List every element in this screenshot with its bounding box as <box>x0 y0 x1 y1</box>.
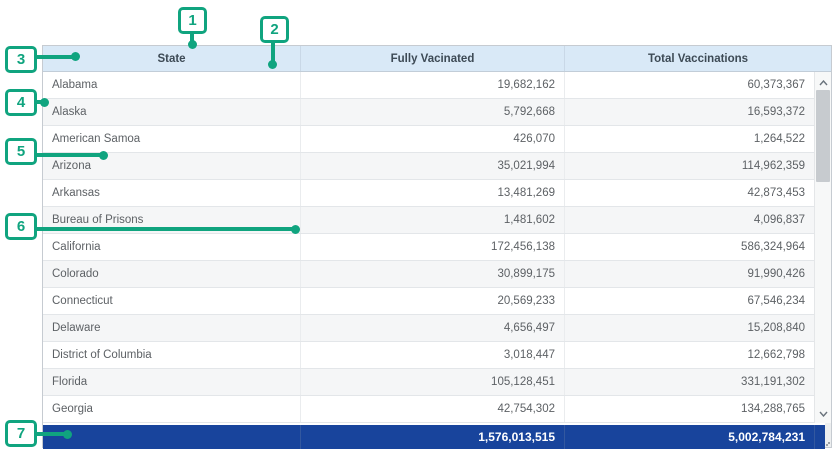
cell-fully-vaccinated: 105,128,451 <box>300 369 564 395</box>
vertical-scrollbar[interactable] <box>814 72 831 423</box>
callout-line-6 <box>35 227 293 231</box>
cell-fully-vaccinated: 1,481,602 <box>300 207 564 233</box>
cell-fully-vaccinated: 172,456,138 <box>300 234 564 260</box>
table-body-rows: Alabama19,682,16260,373,367Alaska5,792,6… <box>43 72 814 423</box>
cell-total-vaccinations: 586,324,964 <box>564 234 814 260</box>
callout-dot-1 <box>188 40 197 49</box>
scrollbar-thumb[interactable] <box>816 90 830 182</box>
table-row[interactable]: District of Columbia3,018,44712,662,798 <box>43 342 814 369</box>
cell-state: Alabama <box>43 72 300 98</box>
callout-dot-3 <box>71 52 80 61</box>
totals-cell-total-vaccinations: 5,002,784,231 <box>564 425 814 449</box>
cell-total-vaccinations: 4,096,837 <box>564 207 814 233</box>
totals-cell-fully-vaccinated: 1,576,013,515 <box>300 425 564 449</box>
callout-badge-1: 1 <box>178 7 207 34</box>
totals-cell-state <box>43 425 300 449</box>
cell-state: California <box>43 234 300 260</box>
cell-total-vaccinations: 1,264,522 <box>564 126 814 152</box>
scroll-down-button[interactable] <box>815 405 831 421</box>
scroll-corner <box>825 423 831 447</box>
callout-line-7 <box>35 432 66 436</box>
cell-total-vaccinations: 60,373,367 <box>564 72 814 98</box>
callout-line-5 <box>35 153 103 157</box>
cell-state: Delaware <box>43 315 300 341</box>
cell-fully-vaccinated: 35,021,994 <box>300 153 564 179</box>
table-row[interactable]: American Samoa426,0701,264,522 <box>43 126 814 153</box>
cell-total-vaccinations: 67,546,234 <box>564 288 814 314</box>
callout-dot-5 <box>99 151 108 160</box>
scroll-up-button[interactable] <box>815 74 831 90</box>
table-header: State Fully Vacinated Total Vaccinations <box>43 46 831 72</box>
callout-dot-4 <box>40 98 49 107</box>
table-row[interactable]: California172,456,138586,324,964 <box>43 234 814 261</box>
cell-total-vaccinations: 15,208,840 <box>564 315 814 341</box>
cell-fully-vaccinated: 4,656,497 <box>300 315 564 341</box>
cell-state: Connecticut <box>43 288 300 314</box>
callout-line-3 <box>35 55 75 59</box>
chevron-up-icon <box>819 73 828 91</box>
table-row[interactable]: Connecticut20,569,23367,546,234 <box>43 288 814 315</box>
table-row[interactable]: Alaska5,792,66816,593,372 <box>43 99 814 126</box>
callout-badge-4: 4 <box>5 89 37 116</box>
dashboard-canvas: State Fully Vacinated Total Vaccinations… <box>0 0 833 453</box>
callout-dot-7 <box>63 430 72 439</box>
cell-total-vaccinations: 134,288,765 <box>564 396 814 422</box>
cell-fully-vaccinated: 13,481,269 <box>300 180 564 206</box>
cell-fully-vaccinated: 3,018,447 <box>300 342 564 368</box>
callout-badge-3: 3 <box>5 46 37 73</box>
cell-state: American Samoa <box>43 126 300 152</box>
callout-badge-2: 2 <box>260 16 289 43</box>
callout-badge-6: 6 <box>5 213 37 240</box>
cell-state: Arkansas <box>43 180 300 206</box>
totals-filler <box>814 425 825 449</box>
table-row[interactable]: Florida105,128,451331,191,302 <box>43 369 814 396</box>
table-row[interactable]: Alabama19,682,16260,373,367 <box>43 72 814 99</box>
column-header-state[interactable]: State <box>43 46 300 71</box>
cell-state: Colorado <box>43 261 300 287</box>
callout-badge-5: 5 <box>5 138 37 165</box>
chevron-down-icon <box>819 404 828 422</box>
cell-total-vaccinations: 91,990,426 <box>564 261 814 287</box>
cell-fully-vaccinated: 30,899,175 <box>300 261 564 287</box>
cell-state: Florida <box>43 369 300 395</box>
cell-total-vaccinations: 114,962,359 <box>564 153 814 179</box>
cell-state: District of Columbia <box>43 342 300 368</box>
cell-fully-vaccinated: 20,569,233 <box>300 288 564 314</box>
table-row[interactable]: Delaware4,656,49715,208,840 <box>43 315 814 342</box>
callout-dot-6 <box>291 225 300 234</box>
column-header-fully-vaccinated[interactable]: Fully Vacinated <box>300 46 564 71</box>
cell-state: Georgia <box>43 396 300 422</box>
table-row[interactable]: Arizona35,021,994114,962,359 <box>43 153 814 180</box>
totals-row: 1,576,013,515 5,002,784,231 <box>43 425 825 449</box>
cell-fully-vaccinated: 426,070 <box>300 126 564 152</box>
cell-state: Alaska <box>43 99 300 125</box>
cell-total-vaccinations: 16,593,372 <box>564 99 814 125</box>
callout-badge-7: 7 <box>5 420 37 447</box>
table-row[interactable]: Colorado30,899,17591,990,426 <box>43 261 814 288</box>
cell-total-vaccinations: 331,191,302 <box>564 369 814 395</box>
cell-total-vaccinations: 12,662,798 <box>564 342 814 368</box>
cell-total-vaccinations: 42,873,453 <box>564 180 814 206</box>
cell-fully-vaccinated: 19,682,162 <box>300 72 564 98</box>
table-row[interactable]: Georgia42,754,302134,288,765 <box>43 396 814 423</box>
vaccinations-table: State Fully Vacinated Total Vaccinations… <box>42 45 832 448</box>
resize-grip-icon <box>828 442 830 444</box>
cell-fully-vaccinated: 42,754,302 <box>300 396 564 422</box>
callout-dot-2 <box>268 60 277 69</box>
table-row[interactable]: Arkansas13,481,26942,873,453 <box>43 180 814 207</box>
column-header-total-vaccinations[interactable]: Total Vaccinations <box>564 46 831 71</box>
cell-fully-vaccinated: 5,792,668 <box>300 99 564 125</box>
table-body: Alabama19,682,16260,373,367Alaska5,792,6… <box>43 72 831 423</box>
